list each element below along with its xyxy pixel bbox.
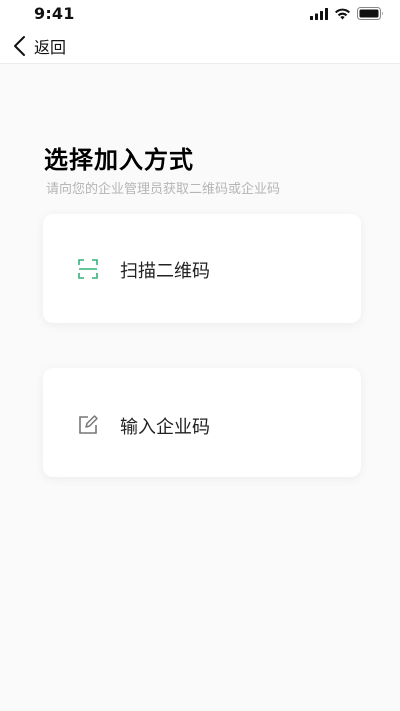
back-button[interactable]: 返回 (12, 32, 66, 60)
status-time: 9:41 (34, 4, 75, 23)
enter-code-label: 输入企业码 (120, 417, 210, 438)
page-subtitle: 请向您的企业管理员获取二维码或企业码 (46, 182, 281, 197)
chevron-left-icon (14, 36, 25, 56)
status-bar: 9:41 (0, 0, 400, 28)
wifi-icon (335, 8, 350, 19)
qr-scan-icon (78, 259, 98, 279)
back-label: 返回 (34, 38, 67, 57)
enter-code-option[interactable]: 输入企业码 (43, 368, 361, 477)
battery-icon (357, 7, 383, 20)
edit-icon (79, 415, 98, 434)
cellular-signal-icon (310, 7, 328, 20)
scan-qr-label: 扫描二维码 (120, 261, 210, 282)
status-icons (310, 7, 384, 20)
scan-qr-option[interactable]: 扫描二维码 (43, 214, 361, 323)
page-title: 选择加入方式 (44, 146, 194, 174)
nav-bar: 返回 (0, 28, 400, 64)
join-method-content: 选择加入方式 请向您的企业管理员获取二维码或企业码 扫描二维码 输入企业码 (0, 64, 400, 711)
